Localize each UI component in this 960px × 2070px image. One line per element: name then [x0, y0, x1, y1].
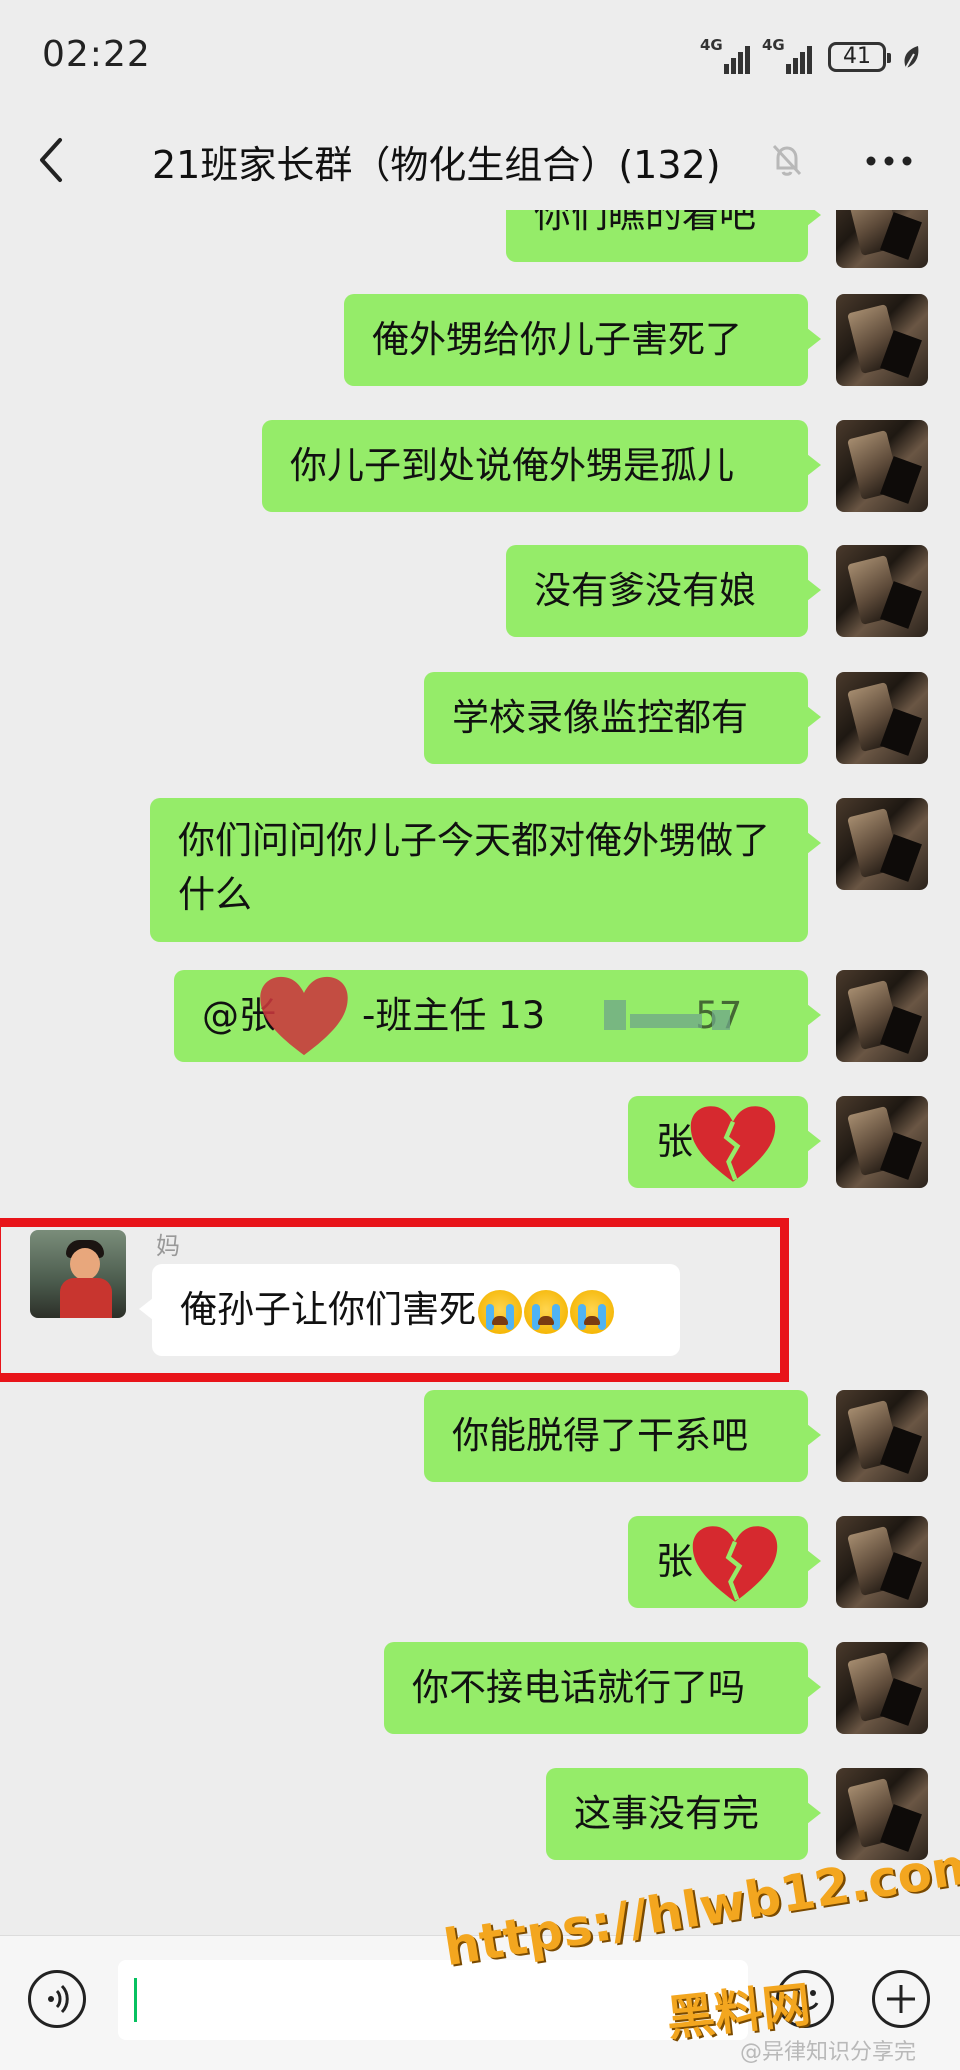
message-text: 你们瞧的着吧: [534, 210, 756, 236]
leaf-icon: [904, 46, 919, 69]
message-input[interactable]: [118, 1960, 748, 2040]
message-bubble[interactable]: 张: [628, 1096, 821, 1188]
message-text: 你们问问你儿子今天都对俺外甥做了什么: [178, 819, 770, 916]
watermark-weibo: @异律知识分享完: [740, 2040, 917, 2065]
highlight-box: [0, 1218, 789, 1382]
message-bubble[interactable]: 没有爹没有娘: [506, 545, 821, 637]
plus-button[interactable]: [872, 1970, 930, 2028]
avatar[interactable]: [836, 1516, 928, 1608]
signal-icon: 4G: [700, 36, 750, 74]
status-time: 02:22: [42, 34, 151, 75]
avatar[interactable]: [836, 420, 928, 512]
message-text: 你不接电话就行了吗: [412, 1666, 745, 1709]
message-bubble[interactable]: 学校录像监控都有: [424, 672, 821, 764]
chevron-left-icon[interactable]: [36, 136, 66, 184]
voice-icon: [48, 1984, 69, 2014]
battery-level: 41: [843, 44, 871, 69]
message-text: 这事没有完: [574, 1792, 759, 1835]
message-bubble[interactable]: 你能脱得了干系吧: [424, 1390, 821, 1482]
message-bubble[interactable]: 你不接电话就行了吗: [384, 1642, 821, 1734]
avatar[interactable]: [836, 1642, 928, 1734]
chat-title: 21班家长群（物化生组合）(132): [152, 143, 721, 187]
avatar[interactable]: [836, 1096, 928, 1188]
text-caret: [134, 1978, 137, 2022]
heart-icon: [260, 976, 348, 1056]
message-bubble[interactable]: 张: [628, 1516, 821, 1608]
plus-icon: [887, 1985, 915, 2013]
chat-messages[interactable]: 你们瞧的着吧 俺外甥给你儿子害死了 你儿子到处说俺外甥是孤儿 没有爹没有娘 学校…: [0, 210, 960, 1935]
voice-button[interactable]: [28, 1970, 86, 2028]
redacted-block: [630, 1014, 702, 1028]
message-text: 你儿子到处说俺外甥是孤儿: [290, 444, 734, 487]
avatar[interactable]: [836, 1390, 928, 1482]
message-text: 俺外甥给你儿子害死了: [372, 318, 742, 361]
avatar[interactable]: [836, 210, 928, 268]
avatar[interactable]: [836, 798, 928, 890]
broken-heart-icon: [690, 1106, 776, 1182]
message-text: -班主任 13: [362, 994, 546, 1037]
network-type-label: 4G: [762, 36, 785, 54]
broken-heart-icon: [692, 1526, 778, 1602]
avatar[interactable]: [836, 672, 928, 764]
avatar[interactable]: [836, 545, 928, 637]
message-bubble[interactable]: 俺外甥给你儿子害死了: [344, 294, 821, 386]
avatar[interactable]: [836, 294, 928, 386]
avatar[interactable]: [836, 970, 928, 1062]
message-bubble[interactable]: @张-班主任 1357: [174, 970, 821, 1062]
more-dots-icon[interactable]: [866, 156, 912, 166]
signal-icon: 4G: [762, 36, 812, 74]
message-bubble[interactable]: 你儿子到处说俺外甥是孤儿: [262, 420, 821, 512]
network-type-label: 4G: [700, 36, 723, 54]
bell-off-icon: [772, 144, 802, 176]
status-bar: 02:22 4G 4G 41: [0, 0, 960, 110]
message-bubble[interactable]: 这事没有完: [546, 1768, 821, 1860]
message-text: 没有爹没有娘: [534, 569, 756, 612]
message-bubble[interactable]: 你们问问你儿子今天都对俺外甥做了什么: [150, 798, 821, 942]
message-bubble[interactable]: 你们瞧的着吧: [506, 210, 821, 262]
message-text: 你能脱得了干系吧: [452, 1414, 748, 1457]
redacted-block: [712, 1010, 730, 1030]
message-text: 张: [656, 1540, 693, 1583]
battery-icon: 41: [828, 42, 891, 72]
redacted-block: [604, 1000, 626, 1030]
message-text: 学校录像监控都有: [452, 696, 748, 739]
chat-header: 21班家长群（物化生组合）(132): [0, 110, 960, 210]
